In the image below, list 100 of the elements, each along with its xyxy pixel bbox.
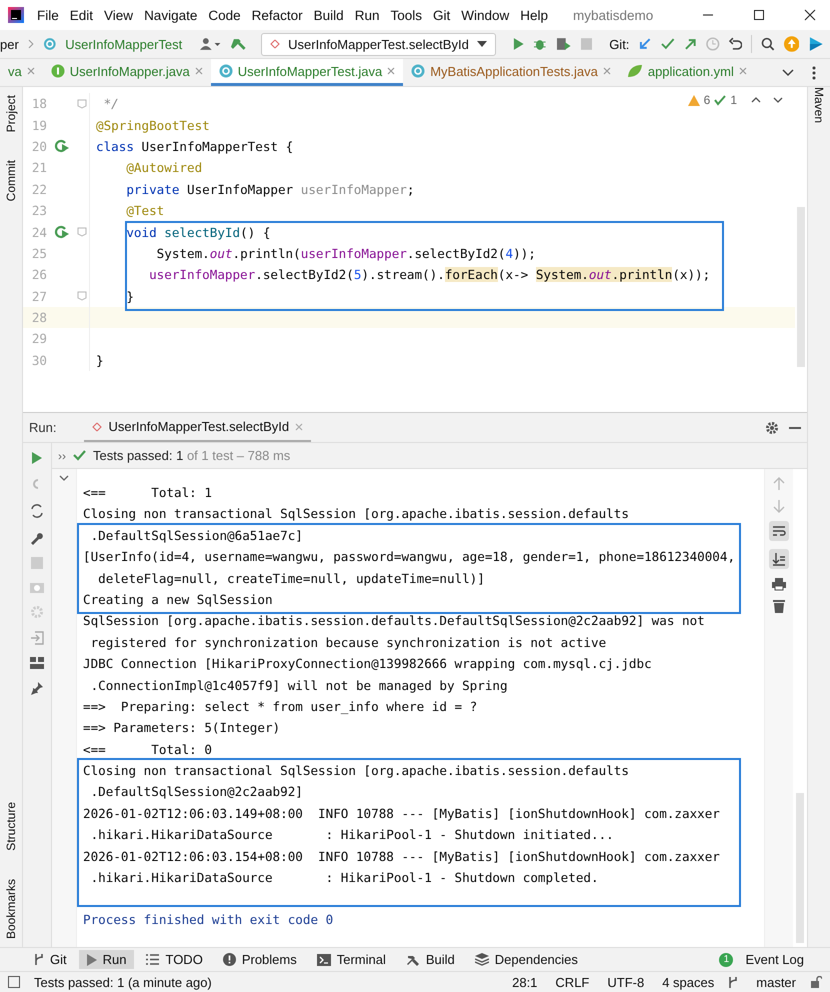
menu-item[interactable]: Tools <box>390 8 422 22</box>
chevron-down-icon[interactable] <box>782 68 794 76</box>
warning-icon[interactable] <box>688 94 700 106</box>
layout-icon[interactable] <box>30 657 44 669</box>
clock-icon[interactable] <box>706 37 720 51</box>
tool-window-tab[interactable]: TODO <box>138 950 211 969</box>
tool-window-button[interactable]: Project <box>4 95 18 132</box>
tool-window-button[interactable]: Commit <box>4 160 18 202</box>
menu-item[interactable]: File <box>37 8 59 22</box>
class-icon <box>42 37 56 51</box>
arrow-down-icon[interactable] <box>773 499 785 513</box>
wrap-icon[interactable] <box>769 521 789 541</box>
tool-window-button[interactable]: Bookmarks <box>4 878 18 939</box>
test-session-tab[interactable]: UserInfoMapperTest.selectById <box>84 413 312 442</box>
menu-item[interactable]: Navigate <box>144 8 198 22</box>
run-icon[interactable] <box>31 451 43 465</box>
menu-item[interactable]: Git <box>432 8 450 22</box>
code-line: @Test <box>125 203 164 218</box>
fold-icon[interactable] <box>77 98 87 109</box>
tool-window-button[interactable]: Structure <box>4 802 18 851</box>
run-test-icon[interactable] <box>54 139 70 154</box>
close-icon[interactable] <box>804 9 816 21</box>
panel-toggle-icon[interactable] <box>8 976 20 988</box>
wrench-icon[interactable] <box>30 531 44 545</box>
arrow-icon[interactable] <box>638 37 652 51</box>
menu-item[interactable]: Run <box>354 8 380 22</box>
lock-icon[interactable] <box>810 976 822 988</box>
editor-tab[interactable]: UserInfoMapperTest.java <box>210 59 404 86</box>
status-item[interactable]: 28:1 <box>512 974 538 990</box>
line-number: 21 <box>30 160 47 176</box>
console-line: deleteFlag=null, createTime=null, updateTime=null)] <box>97 570 486 588</box>
line-number: 27 <box>30 288 47 304</box>
class-icon <box>411 64 426 78</box>
print-icon[interactable] <box>772 577 786 591</box>
menu-item[interactable]: Window <box>461 8 510 22</box>
code-line: userInfoMapper.selectById2(5).stream().forEach(x-> System.out.println(x)); <box>148 267 710 282</box>
stop-icon[interactable] <box>580 38 592 50</box>
bug-icon[interactable] <box>533 37 547 51</box>
undo-icon[interactable] <box>728 37 742 51</box>
arrow-up-icon[interactable] <box>773 477 785 491</box>
chevron-up-icon[interactable] <box>751 97 761 103</box>
breadcrumb[interactable]: UserInfoMapperTest <box>65 36 182 52</box>
toggle-icon[interactable] <box>29 503 45 519</box>
expand-button[interactable]: ›› <box>58 448 66 462</box>
menu-item[interactable]: View <box>104 8 134 22</box>
exit-icon[interactable] <box>30 631 44 645</box>
collapse-icon[interactable] <box>59 475 69 481</box>
check-icon[interactable] <box>661 37 675 51</box>
tool-window-tab[interactable]: Terminal <box>308 950 394 969</box>
settings-icon[interactable] <box>765 420 779 434</box>
console-line: .DefaultSqlSession@2c2aab92] <box>90 783 304 802</box>
menu-item[interactable]: Refactor <box>252 8 303 22</box>
tool-window-button[interactable]: Maven <box>812 87 826 124</box>
hammer-icon[interactable] <box>230 36 246 52</box>
maximize-icon[interactable] <box>753 9 765 21</box>
breadcrumb[interactable]: per <box>0 36 19 52</box>
menu-item[interactable]: Edit <box>70 8 94 22</box>
console-line: .ConnectionImpl@1c4057f9] will not be managed by Spring <box>90 676 509 695</box>
tool-window-tab[interactable]: Problems <box>214 950 305 969</box>
fold-icon[interactable] <box>77 291 87 302</box>
editor-tab[interactable]: UserInfoMapper.java <box>42 59 211 86</box>
more-icon[interactable] <box>812 66 816 80</box>
user-icon[interactable] <box>200 37 222 51</box>
fold-icon[interactable] <box>77 227 87 238</box>
check-icon[interactable] <box>714 94 726 106</box>
line-number: 26 <box>30 267 47 282</box>
run-configuration-dropdown[interactable]: UserInfoMapperTest.selectById <box>261 32 496 56</box>
status-item[interactable]: UTF-8 <box>607 974 644 990</box>
layers-icon <box>474 953 489 966</box>
tool-window-tab[interactable]: Dependencies <box>466 950 586 969</box>
play-icon <box>86 954 97 966</box>
status-item[interactable]: CRLF <box>555 974 590 990</box>
code-line: void selectById() { <box>125 224 270 240</box>
menu-item[interactable]: Code <box>208 8 241 22</box>
event-log-button[interactable]: Event Log <box>737 950 812 969</box>
run-test-icon[interactable] <box>54 225 70 240</box>
editor-tab[interactable]: MyBatisApplicationTests.java <box>403 59 619 86</box>
menu-item[interactable]: Help <box>520 8 548 22</box>
status-item[interactable]: 4 spaces <box>662 974 714 990</box>
coverage-icon[interactable] <box>556 37 572 51</box>
editor-tab[interactable]: application.yml <box>618 59 755 86</box>
chevron-down-icon[interactable] <box>773 97 783 103</box>
camera-icon[interactable] <box>30 581 44 593</box>
editor-tab[interactable]: va <box>0 59 43 86</box>
trash-icon[interactable] <box>773 599 785 613</box>
scrollbar[interactable] <box>796 793 804 943</box>
tool-window-tab[interactable]: Run <box>78 950 134 969</box>
tool-window-tab[interactable]: Build <box>398 950 463 969</box>
minimize-icon[interactable] <box>789 426 801 428</box>
interface-icon <box>50 64 65 78</box>
update-icon[interactable] <box>784 36 800 52</box>
menu-item[interactable]: Build <box>314 8 344 22</box>
search-icon[interactable] <box>761 37 775 51</box>
arrow-icon[interactable] <box>684 37 698 51</box>
tool-window-tab[interactable]: Git <box>26 950 75 969</box>
pin-icon[interactable] <box>30 681 44 695</box>
scrollbar[interactable] <box>797 207 805 367</box>
git-branch[interactable]: master <box>756 974 796 990</box>
console-line: <== Total: 0 <box>83 740 213 759</box>
scroll-to-end-icon[interactable] <box>769 549 789 569</box>
